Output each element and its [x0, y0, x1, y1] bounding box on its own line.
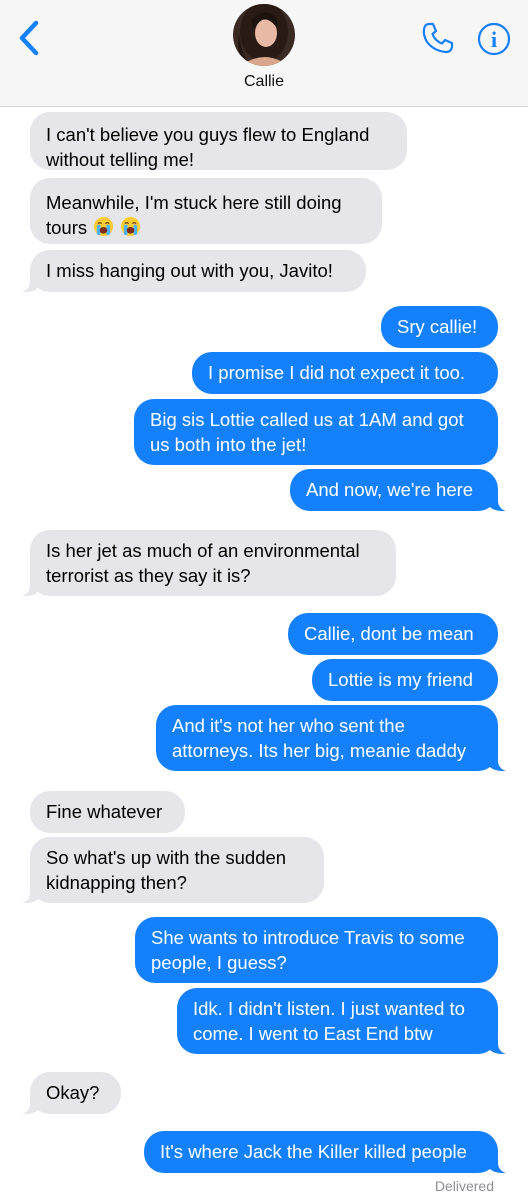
outgoing-message[interactable]: And now, we're here	[290, 469, 508, 511]
incoming-message[interactable]: Okay?	[20, 1072, 121, 1114]
message-line: Lottie is my friend	[328, 669, 473, 690]
outgoing-message[interactable]: Sry callie!	[381, 306, 498, 348]
incoming-message[interactable]: I can't believe you guys flew to England…	[30, 112, 407, 170]
chevron-left-icon	[19, 20, 39, 56]
message-line: It's where Jack the Killer killed people	[160, 1141, 467, 1162]
info-button[interactable]: i	[477, 22, 511, 56]
message-line: And it's not her who sent the	[172, 715, 405, 736]
message-line: Meanwhile, I'm stuck here still doing	[46, 192, 342, 213]
message-line: attorneys. Its her big, meanie daddy	[172, 740, 467, 761]
outgoing-message[interactable]: Big sis Lottie called us at 1AM and got …	[134, 399, 498, 465]
incoming-message[interactable]: Is her jet as much of an environmental t…	[20, 530, 396, 596]
message-line: I miss hanging out with you, Javito!	[46, 260, 333, 281]
outgoing-message[interactable]: I promise I did not expect it too.	[192, 352, 498, 394]
message-line: Big sis Lottie called us at 1AM and got	[150, 409, 464, 430]
info-glyph: i	[491, 27, 497, 52]
incoming-message[interactable]: Meanwhile, I'm stuck here still doing to…	[30, 178, 382, 244]
message-line: without telling me!	[46, 149, 195, 170]
phone-icon	[422, 22, 454, 54]
loudly-crying-face-icon	[121, 216, 141, 237]
conversation-header: Callie i	[0, 0, 528, 107]
message-line: Fine whatever	[46, 801, 163, 822]
message-line: I promise I did not expect it too.	[208, 362, 466, 383]
outgoing-message[interactable]: She wants to introduce Travis to some pe…	[135, 917, 498, 983]
outgoing-message[interactable]: And it's not her who sent the attorneys.…	[156, 705, 508, 771]
contact-name[interactable]: Callie	[0, 73, 528, 91]
outgoing-message[interactable]: It's where Jack the Killer killed people	[144, 1131, 508, 1173]
message-line: Okay?	[46, 1082, 100, 1103]
message-line: Callie, dont be mean	[304, 623, 474, 644]
message-line: come. I went to East End btw	[193, 1023, 433, 1044]
back-button[interactable]	[14, 18, 48, 58]
delivery-status: Delivered	[434, 1178, 494, 1194]
message-line: I can't believe you guys flew to England	[46, 124, 370, 145]
outgoing-message[interactable]: Lottie is my friend	[312, 659, 498, 701]
message-line: us both into the jet!	[150, 434, 307, 455]
info-icon: i	[477, 22, 511, 56]
message-line: people, I guess?	[151, 952, 287, 973]
loudly-crying-face-icon	[94, 216, 114, 237]
message-line: kidnapping then?	[46, 872, 187, 893]
outgoing-message[interactable]: Idk. I didn't listen. I just wanted to c…	[177, 988, 508, 1054]
message-line: Is her jet as much of an environmental	[46, 540, 360, 561]
incoming-message[interactable]: So what's up with the sudden kidnapping …	[20, 837, 324, 903]
message-line: And now, we're here	[306, 479, 474, 500]
message-line: Idk. I didn't listen. I just wanted to	[193, 998, 465, 1019]
message-fragment: tours	[46, 217, 88, 238]
incoming-message[interactable]: I miss hanging out with you, Javito!	[20, 250, 366, 292]
call-button[interactable]	[420, 20, 456, 56]
avatar[interactable]	[233, 4, 295, 66]
message-line: So what's up with the sudden	[46, 847, 287, 868]
incoming-message[interactable]: Fine whatever	[30, 791, 185, 833]
outgoing-message[interactable]: Callie, dont be mean	[288, 613, 498, 655]
message-line: tours	[46, 215, 366, 240]
message-line: terrorist as they say it is?	[46, 565, 251, 586]
message-line: Sry callie!	[397, 316, 478, 337]
message-line: She wants to introduce Travis to some	[151, 927, 465, 948]
